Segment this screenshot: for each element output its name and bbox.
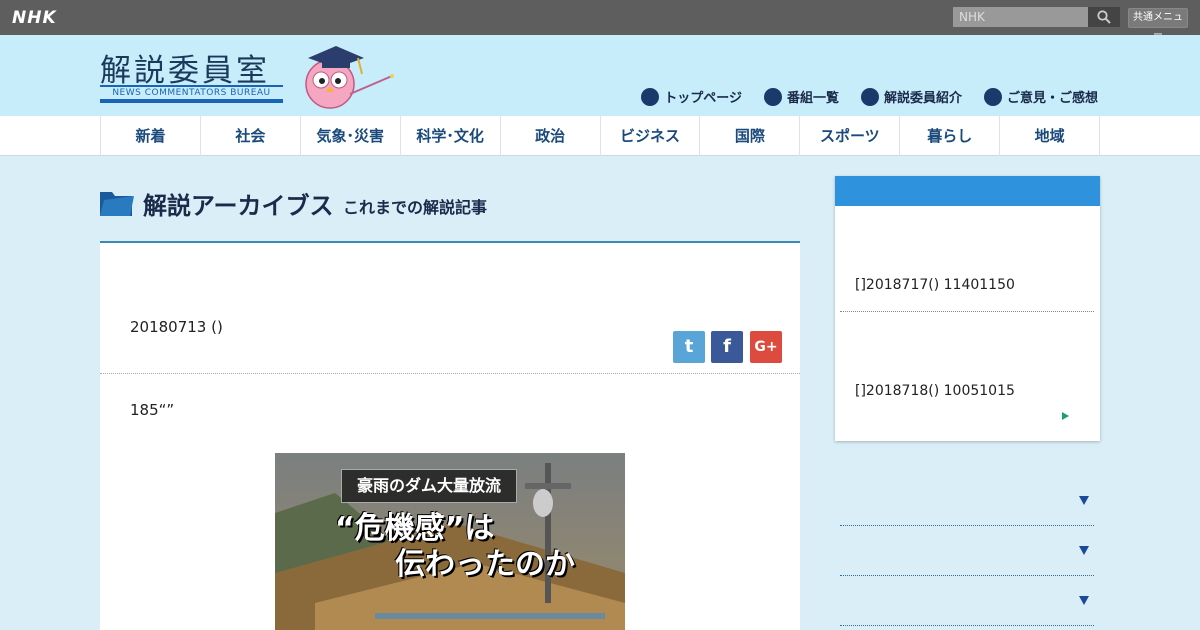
home-icon: [641, 87, 660, 106]
facebook-share-button[interactable]: f: [711, 331, 743, 363]
google-plus-icon: G+: [754, 339, 778, 355]
sidebar-divider: [840, 311, 1094, 312]
article-date: 20180713 (): [130, 318, 223, 336]
top-bar: NHK NHK 共通メニュー: [0, 0, 1200, 41]
nav-item-new[interactable]: 新着: [100, 116, 200, 156]
article-card: 20180713 () t f G+ 185“” 豪雨のダム大量放流 “危機感”…: [100, 243, 800, 630]
site-title[interactable]: 解説委員室: [100, 45, 270, 90]
nav-item-science[interactable]: 科学･文化: [399, 116, 500, 156]
image-caption-heading: 豪雨のダム大量放流: [341, 469, 517, 503]
archive-heading: 解説アーカイブス これまでの解説記事: [100, 176, 800, 243]
archive-title: 解説アーカイブス: [143, 192, 334, 220]
google-plus-share-button[interactable]: G+: [750, 331, 782, 363]
more-arrow-icon[interactable]: [1062, 412, 1069, 420]
search-button[interactable]: [1088, 7, 1120, 27]
nhk-logo[interactable]: NHK: [12, 8, 57, 28]
nav-item-sports[interactable]: スポーツ: [799, 116, 899, 156]
person-icon: [860, 87, 879, 106]
owl-mascot-icon: [305, 46, 394, 109]
header-link-top[interactable]: トップページ: [641, 87, 742, 106]
search-input[interactable]: NHK: [953, 7, 1088, 27]
search-icon: [1097, 10, 1111, 24]
sidebar-accordion-row[interactable]: [840, 576, 1094, 626]
nav-item-society[interactable]: 社会: [199, 116, 300, 156]
site-subtitle: NEWS COMMENTATORS BUREAU: [100, 85, 283, 103]
image-caption-line2: 伝わったのか: [395, 547, 575, 582]
sidebar-entry[interactable]: []2018718() 10051015: [855, 383, 1015, 399]
tv-icon: [763, 87, 782, 106]
category-nav: 新着 社会 気象･災害 科学･文化 政治 ビジネス 国際 スポーツ 暮らし 地域: [0, 116, 1200, 156]
header-link-feedback[interactable]: ご意見・ご感想: [983, 87, 1098, 106]
archive-subtitle: これまでの解説記事: [343, 198, 488, 217]
nav-item-region[interactable]: 地域: [999, 116, 1101, 156]
sidebar-entry[interactable]: []2018717() 11401150: [855, 277, 1015, 293]
common-menu-button[interactable]: 共通メニュー: [1128, 8, 1188, 41]
nav-item-weather[interactable]: 気象･災害: [299, 116, 400, 156]
twitter-icon: t: [684, 336, 694, 357]
site-header: 解説委員室 NEWS COMMENTATORS BUREAU トップページ 番組…: [0, 35, 1200, 116]
article-lead: 185“”: [130, 401, 175, 419]
image-caption-line1: “危機感”は: [335, 511, 495, 546]
sidebar-accordion-row[interactable]: [840, 476, 1094, 526]
sidebar-box-header: [835, 176, 1100, 206]
twitter-share-button[interactable]: t: [673, 331, 705, 363]
facebook-icon: f: [723, 336, 731, 357]
nav-item-living[interactable]: 暮らし: [899, 116, 999, 156]
header-link-commentators[interactable]: 解説委員紹介: [860, 87, 962, 106]
sidebar-broadcast-box: []2018717() 11401150 []2018718() 1005101…: [835, 176, 1100, 441]
caret-down-icon: [1079, 496, 1089, 505]
caret-down-icon: [1079, 596, 1089, 605]
article-image: 豪雨のダム大量放流 “危機感”は 伝わったのか: [275, 453, 625, 630]
nav-item-international[interactable]: 国際: [699, 116, 799, 156]
sidebar-accordion-row[interactable]: [840, 526, 1094, 576]
article-divider: [100, 373, 800, 374]
nav-item-politics[interactable]: 政治: [499, 116, 600, 156]
header-links: トップページ 番組一覧 解説委員紹介 ご意見・ご感想: [641, 87, 1098, 106]
header-link-programs[interactable]: 番組一覧: [763, 87, 839, 106]
nav-item-business[interactable]: ビジネス: [599, 116, 700, 156]
caret-down-icon: [1079, 546, 1089, 555]
mail-icon: [983, 87, 1002, 106]
folder-icon: [100, 192, 134, 216]
